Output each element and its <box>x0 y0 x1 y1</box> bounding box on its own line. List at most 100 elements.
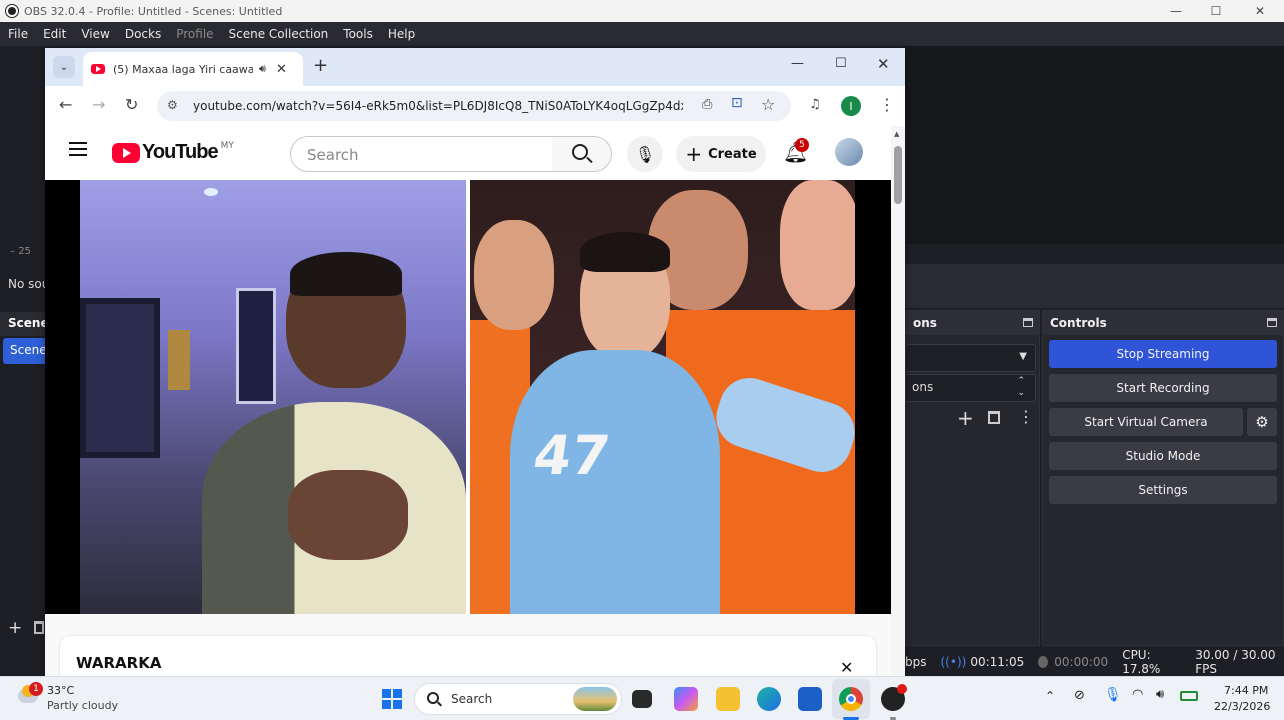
add-scene-icon[interactable]: + <box>8 618 22 638</box>
settings-button[interactable]: Settings <box>1049 476 1277 504</box>
ceiling-light <box>204 188 218 196</box>
weather-desc: Partly cloudy <box>47 699 119 712</box>
taskbar-search-box[interactable]: Search <box>414 683 622 715</box>
menu-scene-collection[interactable]: Scene Collection <box>229 27 329 41</box>
stop-streaming-button[interactable]: Stop Streaming <box>1049 340 1277 368</box>
close-icon[interactable]: ✕ <box>840 658 853 676</box>
reload-icon[interactable]: ↻ <box>125 95 138 114</box>
controls-header: Controls <box>1043 311 1283 335</box>
profile-avatar[interactable]: I <box>841 96 861 116</box>
video-player[interactable]: 47 <box>45 180 891 614</box>
tab-search-button[interactable]: ⌄ <box>53 56 75 78</box>
site-info-icon[interactable]: ⚙ <box>167 98 178 112</box>
scrollbar-thumb[interactable] <box>894 146 902 204</box>
scene-list-item[interactable]: Scene <box>3 338 45 364</box>
youtube-logo[interactable]: YouTube MY <box>112 141 234 164</box>
chrome-icon[interactable] <box>839 687 863 711</box>
description-title: WARARKA <box>76 654 162 672</box>
start-button[interactable] <box>382 689 402 709</box>
start-virtual-camera-button[interactable]: Start Virtual Camera <box>1049 408 1243 436</box>
obs-window-title: OBS 32.0.4 - Profile: Untitled - Scenes:… <box>24 4 283 18</box>
menu-file[interactable]: File <box>8 27 28 41</box>
transition-duration[interactable]: ons ⌃ ⌄ <box>906 374 1036 402</box>
stepper-up-icon[interactable]: ⌃ <box>1017 376 1025 386</box>
chrome-maximize-button[interactable]: ☐ <box>835 56 847 71</box>
address-bar[interactable]: ⚙ youtube.com/watch?v=56I4-eRk5m0&list=P… <box>157 91 791 121</box>
record-time: 00:00:00 <box>1054 655 1109 669</box>
menu-profile[interactable]: Profile <box>176 27 213 41</box>
menu-tools[interactable]: Tools <box>343 27 373 41</box>
menu-docks[interactable]: Docks <box>125 27 161 41</box>
copilot-icon[interactable] <box>674 687 698 711</box>
voice-search-button[interactable]: 🎙︎ <box>627 136 663 172</box>
edge-icon[interactable] <box>757 687 781 711</box>
install-app-icon[interactable]: ⎙ <box>702 97 712 112</box>
wifi-icon[interactable]: ◠ <box>1132 687 1143 702</box>
youtube-search-button[interactable] <box>552 136 612 172</box>
chrome-menu-icon[interactable]: ⋮ <box>879 95 895 114</box>
menu-help[interactable]: Help <box>388 27 415 41</box>
obs-preview[interactable] <box>905 46 1284 244</box>
microsoft-store-icon[interactable] <box>798 687 822 711</box>
record-icon <box>1038 656 1049 668</box>
youtube-favicon-icon <box>91 64 105 74</box>
start-recording-button[interactable]: Start Recording <box>1049 374 1277 402</box>
page-scrollbar[interactable]: ▲ <box>891 126 905 676</box>
more-options-icon[interactable]: ⋮ <box>1018 407 1034 426</box>
scroll-up-icon[interactable]: ▲ <box>894 130 899 138</box>
media-control-icon[interactable]: ♫ <box>809 97 821 112</box>
account-avatar[interactable] <box>835 138 863 166</box>
chrome-toolbar: ← → ↻ ⚙ youtube.com/watch?v=56I4-eRk5m0&… <box>45 86 905 126</box>
microphone-icon[interactable]: 🎙︎ <box>1104 687 1122 703</box>
maximize-button[interactable]: ☐ <box>1196 0 1236 22</box>
task-view-icon[interactable] <box>632 690 652 708</box>
forward-arrow-icon[interactable]: → <box>92 95 105 114</box>
menu-edit[interactable]: Edit <box>43 27 66 41</box>
volume-icon[interactable]: 🔊︎ <box>1156 687 1164 702</box>
virtual-camera-settings-button[interactable]: ⚙ <box>1247 408 1277 436</box>
google-lens-icon[interactable]: ⊡ <box>731 95 743 111</box>
clock-time[interactable]: 7:44 PM <box>1224 684 1268 697</box>
weather-widget[interactable]: 1 <box>16 682 44 709</box>
minimize-button[interactable]: — <box>1156 0 1196 22</box>
url-text: youtube.com/watch?v=56I4-eRk5m0&list=PL6… <box>193 99 683 113</box>
dock-float-icon[interactable] <box>1267 318 1277 327</box>
stepper-down-icon[interactable]: ⌄ <box>1017 388 1025 398</box>
window-shape <box>80 298 160 458</box>
person-hands <box>288 470 408 560</box>
hamburger-menu-icon[interactable] <box>69 142 87 156</box>
show-hidden-icons-icon[interactable]: ⌃ <box>1045 689 1055 703</box>
preview-zoom-tick: – 25 <box>10 246 31 257</box>
poster-frame <box>236 288 276 404</box>
battery-icon[interactable] <box>1180 691 1198 701</box>
new-tab-button[interactable]: + <box>313 55 328 76</box>
close-tab-icon[interactable]: ✕ <box>276 62 287 77</box>
video-right-pane: 47 <box>470 180 855 614</box>
youtube-wordmark: YouTube <box>142 141 219 163</box>
studio-mode-button[interactable]: Studio Mode <box>1049 442 1277 470</box>
no-source-label: No source selected <box>8 277 45 291</box>
tab-title: (5) Maxaa laga Yiri caawa A <box>113 62 253 76</box>
menu-view[interactable]: View <box>81 27 109 41</box>
bookmark-star-icon[interactable]: ☆ <box>761 95 775 114</box>
chrome-close-button[interactable]: ✕ <box>877 55 890 73</box>
taskbar-search-label: Search <box>451 692 493 706</box>
audio-playing-icon[interactable]: 🔊︎ <box>259 62 266 76</box>
transition-select[interactable]: ▼ <box>906 344 1036 372</box>
close-button[interactable]: ✕ <box>1240 0 1280 22</box>
file-explorer-icon[interactable] <box>716 687 740 711</box>
network-off-icon[interactable]: ⊘ <box>1074 688 1085 703</box>
create-button[interactable]: + Create <box>676 136 766 172</box>
back-arrow-icon[interactable]: ← <box>59 95 72 114</box>
windows-logo-icon <box>382 689 391 698</box>
obs-taskbar-icon[interactable] <box>881 684 907 711</box>
youtube-search-input[interactable]: Search <box>290 136 553 172</box>
chrome-minimize-button[interactable]: — <box>791 56 804 71</box>
remove-scene-icon[interactable] <box>34 621 44 634</box>
clock-date[interactable]: 22/3/2026 <box>1214 700 1270 713</box>
add-transition-icon[interactable]: + <box>957 406 974 430</box>
browser-tab[interactable]: (5) Maxaa laga Yiri caawa A 🔊︎ ✕ <box>83 52 303 86</box>
dock-float-icon[interactable] <box>1023 318 1033 327</box>
remove-transition-icon[interactable] <box>988 411 1000 424</box>
streaming-icon: ((•)) <box>940 655 967 669</box>
